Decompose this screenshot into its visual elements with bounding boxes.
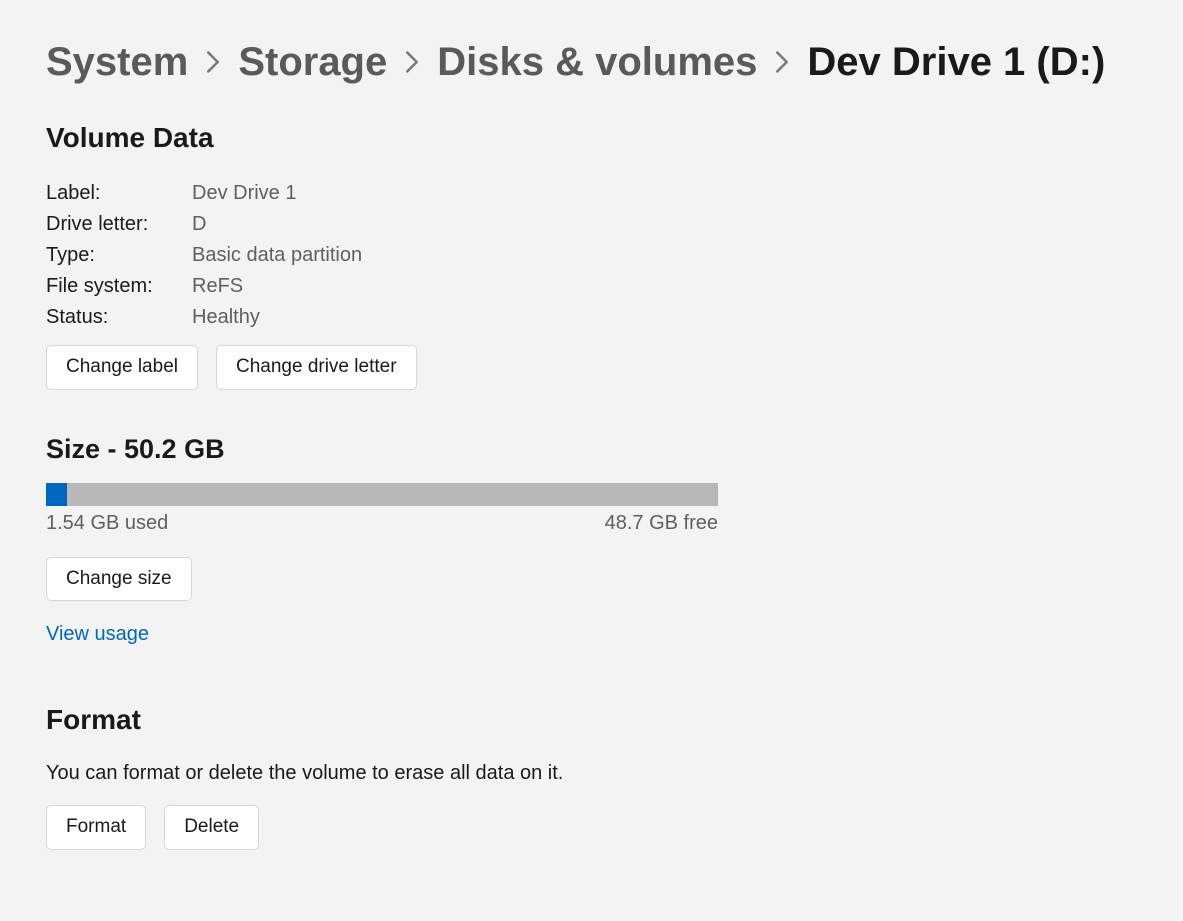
status-value: Healthy bbox=[192, 306, 1137, 329]
progress-track bbox=[46, 483, 718, 506]
chevron-right-icon bbox=[206, 51, 220, 73]
free-label: 48.7 GB free bbox=[605, 512, 718, 535]
volume-data-header: Volume Data bbox=[46, 122, 1137, 154]
progress-fill bbox=[46, 483, 67, 506]
format-buttons: Format Delete bbox=[46, 805, 1137, 850]
format-description: You can format or delete the volume to e… bbox=[46, 762, 1137, 785]
size-header: Size - 50.2 GB bbox=[46, 434, 1137, 465]
breadcrumb-system[interactable]: System bbox=[46, 40, 188, 84]
volume-data-grid: Label: Dev Drive 1 Drive letter: D Type:… bbox=[46, 182, 1137, 329]
type-key: Type: bbox=[46, 244, 192, 267]
change-size-button[interactable]: Change size bbox=[46, 557, 192, 602]
format-button[interactable]: Format bbox=[46, 805, 146, 850]
view-usage-link[interactable]: View usage bbox=[46, 623, 149, 646]
type-value: Basic data partition bbox=[192, 244, 1137, 267]
format-header: Format bbox=[46, 704, 1137, 736]
used-label: 1.54 GB used bbox=[46, 512, 168, 535]
label-key: Label: bbox=[46, 182, 192, 205]
drive-letter-key: Drive letter: bbox=[46, 213, 192, 236]
filesystem-key: File system: bbox=[46, 275, 192, 298]
filesystem-value: ReFS bbox=[192, 275, 1137, 298]
storage-usage-bar bbox=[46, 483, 718, 506]
volume-data-buttons: Change label Change drive letter bbox=[46, 345, 1137, 390]
change-drive-letter-button[interactable]: Change drive letter bbox=[216, 345, 417, 390]
breadcrumb-storage[interactable]: Storage bbox=[238, 40, 387, 84]
delete-button[interactable]: Delete bbox=[164, 805, 259, 850]
breadcrumb: System Storage Disks & volumes Dev Drive… bbox=[46, 40, 1137, 84]
label-value: Dev Drive 1 bbox=[192, 182, 1137, 205]
chevron-right-icon bbox=[405, 51, 419, 73]
drive-letter-value: D bbox=[192, 213, 1137, 236]
status-key: Status: bbox=[46, 306, 192, 329]
breadcrumb-disks-volumes[interactable]: Disks & volumes bbox=[437, 40, 757, 84]
chevron-right-icon bbox=[775, 51, 789, 73]
breadcrumb-current: Dev Drive 1 (D:) bbox=[807, 40, 1105, 84]
change-label-button[interactable]: Change label bbox=[46, 345, 198, 390]
